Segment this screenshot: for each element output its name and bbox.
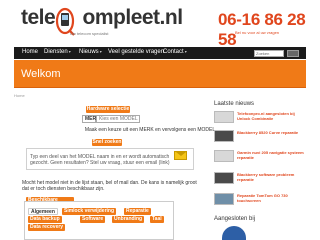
- nav-label: Veel gestelde vragen: [108, 49, 165, 55]
- news-link[interactable]: Blackberry 8520 Curve reparatie: [237, 130, 306, 135]
- news-link[interactable]: Telefoonpro.nl aangesloten bij Unlock Co…: [237, 111, 306, 121]
- news-item[interactable]: Blackberry software probleem reparatie: [214, 172, 306, 186]
- member-of-title: Aangesloten bij: [214, 216, 256, 222]
- tab-unbranding[interactable]: Unbranding: [112, 216, 145, 223]
- news-thumbnail: [214, 111, 234, 123]
- news-item[interactable]: Reparatie TomTom GO 730 touchscreen: [214, 193, 306, 207]
- news-thumbnail: [214, 172, 234, 184]
- logo-text-right: ompleet.nl: [82, 6, 184, 29]
- search-button[interactable]: [287, 50, 299, 57]
- nav-label: Contact: [163, 49, 184, 55]
- hardware-selection-title: Hardware selectie: [86, 106, 130, 113]
- news-thumbnail: [214, 193, 234, 205]
- search-input[interactable]: Zoeken: [254, 50, 284, 57]
- intro-paragraph: Mocht het model niet in de lijst staan, …: [22, 180, 197, 192]
- latest-news-title: Laatste nieuws: [214, 101, 255, 107]
- news-link[interactable]: Blackberry software probleem reparatie: [237, 172, 306, 182]
- page-title: Welkom: [21, 68, 61, 80]
- logo[interactable]: tele ompleet.nl: [21, 6, 184, 36]
- tab-taal[interactable]: Taal: [150, 216, 164, 223]
- nav-label: Nieuws: [79, 49, 99, 55]
- quick-search-title: Snel zoeken: [92, 139, 122, 146]
- chevron-down-icon: ▾: [184, 49, 187, 54]
- tab-algemeen[interactable]: Algemeen: [28, 208, 58, 215]
- nav-label: Diensten: [44, 49, 68, 55]
- tab-software[interactable]: Software: [80, 216, 106, 223]
- news-item[interactable]: Blackberry 8520 Curve reparatie: [214, 130, 306, 144]
- news-thumbnail: [214, 150, 234, 162]
- logo-text-left: tele: [21, 6, 56, 29]
- brand-select[interactable]: MERK: [82, 115, 100, 123]
- tab-data-backup[interactable]: Data backup: [28, 216, 62, 223]
- news-link[interactable]: Reparatie TomTom GO 730 touchscreen: [237, 193, 306, 203]
- tab-simlock[interactable]: Simlock verwijdering: [62, 208, 117, 215]
- news-item[interactable]: Garmin nuvi 205 navigatie systeem repara…: [214, 150, 306, 164]
- nav-item-contact[interactable]: Contact▾: [163, 49, 187, 55]
- phone-subtitle: Bel nu voor al uw vragen: [235, 30, 280, 35]
- nav-label: Home: [22, 49, 39, 55]
- tab-reparatie[interactable]: Reparatie: [124, 208, 151, 215]
- certification-badge-icon[interactable]: [222, 226, 246, 240]
- model-select[interactable]: Kies een MODEL: [96, 115, 140, 123]
- news-item[interactable]: Telefoonpro.nl aangesloten bij Unlock Co…: [214, 111, 306, 125]
- mail-icon[interactable]: [174, 151, 187, 160]
- nav-item-diensten[interactable]: Diensten▾: [44, 49, 71, 55]
- breadcrumb[interactable]: Home: [14, 93, 25, 98]
- page-banner: Welkom: [14, 60, 306, 88]
- news-thumbnail: [214, 130, 234, 142]
- chevron-down-icon: ▾: [68, 49, 71, 54]
- tab-data-recovery[interactable]: Data recovery: [28, 224, 66, 231]
- nav-item-home[interactable]: Home: [22, 49, 38, 55]
- header: tele ompleet.nl Uw telecom specialist 06…: [0, 0, 320, 49]
- news-link[interactable]: Garmin nuvi 205 navigatie systeem repara…: [237, 150, 306, 160]
- nav-item-faq[interactable]: Veel gestelde vragen: [108, 49, 164, 55]
- search-hint: Typ een deel van het MODEL naam in en er…: [30, 154, 170, 166]
- chevron-down-icon: ▾: [99, 49, 102, 54]
- nav-item-nieuws[interactable]: Nieuws▾: [79, 49, 102, 55]
- tagline: Uw telecom specialist: [70, 31, 109, 36]
